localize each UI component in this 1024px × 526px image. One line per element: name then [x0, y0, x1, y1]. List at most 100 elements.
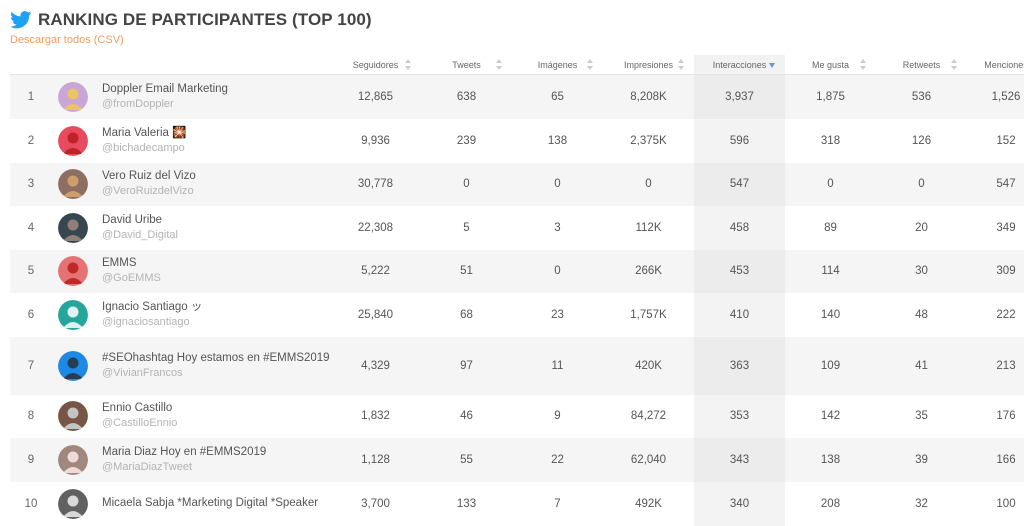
megusta-cell: 208 — [820, 497, 841, 510]
participant-name[interactable]: EMMS — [102, 256, 330, 271]
participant-name[interactable]: Doppler Email Marketing — [102, 82, 330, 97]
avatar-cell — [52, 162, 98, 206]
rank-cell: 2 — [27, 134, 35, 147]
header-impresiones[interactable]: Impresiones — [603, 55, 694, 75]
participant-name[interactable]: Vero Ruiz del Vizo — [102, 169, 330, 184]
participant-handle[interactable]: @GoEMMS — [102, 271, 330, 286]
rank-cell: 1 — [10, 74, 52, 119]
participant-handle[interactable]: @MariaDiazTweet — [102, 460, 330, 475]
avatar[interactable] — [58, 350, 88, 381]
header-label: Imágenes — [537, 59, 578, 70]
interacciones-cell: 458 — [694, 205, 785, 250]
avatar[interactable] — [58, 125, 88, 156]
header-tweets[interactable]: Tweets — [421, 55, 512, 75]
participant-name[interactable]: #SEOhashtag Hoy estamos en #EMMS2019 — [102, 351, 330, 366]
tweets-cell: 5 — [463, 221, 470, 234]
participant-handle[interactable]: @VeroRuizdelVizo — [102, 184, 330, 199]
tweets-cell: 55 — [421, 437, 512, 482]
avatar-cell — [52, 119, 98, 163]
page-header: RANKING DE PARTICIPANTES (TOP 100) Desca… — [10, 10, 1014, 46]
seguidores-cell: 30,778 — [330, 162, 421, 206]
participant-name[interactable]: Ignacio Santiago ッ — [102, 300, 330, 315]
participant-name[interactable]: Maria Diaz Hoy en #EMMS2019 — [102, 445, 330, 460]
imagenes-cell: 9 — [554, 410, 561, 422]
tweets-cell: 68 — [460, 308, 473, 321]
participant-cell: David Uribe @David_Digital — [98, 206, 330, 250]
avatar[interactable] — [58, 212, 88, 243]
avatar-cell — [52, 293, 98, 337]
retweets-cell: 536 — [876, 74, 967, 119]
menciones-cell: 100 — [996, 497, 1016, 510]
imagenes-cell: 138 — [547, 134, 568, 147]
menciones-cell: 547 — [967, 162, 1024, 206]
megusta-cell: 89 — [824, 221, 837, 234]
avatar-cell — [52, 249, 98, 293]
avatar[interactable] — [58, 444, 88, 475]
avatar[interactable] — [58, 401, 88, 431]
menciones-cell: 176 — [996, 410, 1016, 422]
megusta-cell: 140 — [820, 308, 841, 321]
participant-handle[interactable]: @David_Digital — [102, 228, 330, 243]
header-menciones[interactable]: Menciones — [967, 55, 1024, 75]
avatar-cell — [52, 336, 98, 395]
header-seguidores[interactable]: Seguidores — [330, 55, 421, 75]
participant-handle[interactable]: @CastilloEnnio — [102, 416, 330, 431]
interacciones-cell: 353 — [694, 394, 785, 438]
avatar[interactable] — [58, 256, 88, 286]
participant-handle[interactable]: @fromDoppler — [102, 97, 330, 112]
megusta-cell: 0 — [785, 162, 876, 206]
sort-desc-icon — [769, 63, 775, 68]
imagenes-cell: 0 — [512, 162, 603, 206]
avatar[interactable] — [58, 81, 88, 112]
seguidores-cell: 1,128 — [330, 437, 421, 482]
rank-cell: 4 — [27, 221, 35, 234]
menciones-cell: 166 — [967, 437, 1024, 482]
seguidores-cell: 12,865 — [330, 74, 421, 119]
table-row: 9 Maria Diaz Hoy en #EMMS2019 @MariaDiazTw… — [10, 437, 1024, 482]
seguidores-cell: 9,936 — [361, 134, 390, 147]
imagenes-cell: 23 — [551, 308, 564, 321]
megusta-cell: 318 — [820, 134, 841, 147]
rank-cell: 7 — [10, 336, 52, 395]
impresiones-cell: 1,757K — [630, 308, 667, 321]
participant-cell: Maria Diaz Hoy en #EMMS2019 @MariaDiazTwe… — [98, 437, 330, 482]
retweets-cell: 48 — [915, 308, 928, 321]
seguidores-cell: 1,832 — [361, 410, 390, 422]
header-rank — [10, 55, 52, 75]
header-interacciones[interactable]: Interacciones — [694, 55, 785, 75]
retweets-cell: 41 — [876, 336, 967, 395]
header-me-gusta[interactable]: Me gusta — [785, 55, 876, 75]
seguidores-cell: 5,222 — [330, 249, 421, 293]
retweets-cell: 0 — [876, 162, 967, 206]
retweets-cell: 20 — [915, 221, 928, 234]
table-row: 5 EMMS @GoEMMS 5,222 51 0 266K 453 114 30 309 — [10, 249, 1024, 293]
impresiones-cell: 266K — [603, 249, 694, 293]
interacciones-cell: 363 — [694, 336, 785, 395]
sort-icon — [860, 59, 866, 70]
menciones-cell: 1,526 — [967, 74, 1024, 119]
avatar[interactable] — [58, 488, 88, 519]
participant-name[interactable]: Micaela Sabja *Marketing Digital *Speake… — [102, 496, 330, 511]
download-csv-link[interactable]: Descargar todos (CSV) — [10, 34, 1014, 46]
avatar[interactable] — [58, 169, 88, 199]
header-imagenes[interactable]: Imágenes — [512, 55, 603, 75]
header-name — [98, 55, 330, 75]
participant-cell: Maria Valeria 🎇 @bichadecampo — [98, 119, 330, 163]
participant-name[interactable]: Maria Valeria 🎇 — [102, 126, 330, 141]
participant-handle[interactable]: @bichadecampo — [102, 141, 330, 156]
impresiones-cell: 2,375K — [630, 134, 667, 147]
participant-handle[interactable]: @VivianFrancos — [102, 366, 330, 381]
sort-icon — [496, 59, 502, 70]
avatar[interactable] — [58, 299, 88, 330]
participant-name[interactable]: David Uribe — [102, 213, 330, 228]
retweets-cell: 30 — [876, 249, 967, 293]
table-row: 3 Vero Ruiz del Vizo @VeroRuizdelVizo 30,77… — [10, 162, 1024, 206]
participant-name[interactable]: Ennio Castillo — [102, 401, 330, 416]
tweets-cell: 133 — [456, 497, 477, 510]
rank-cell: 9 — [10, 437, 52, 482]
retweets-cell: 126 — [911, 134, 932, 147]
participant-handle[interactable]: @ignaciosantiago — [102, 315, 330, 330]
table-row: 7 #SEOhashtag Hoy estamos en #EMMS2019 @Vi… — [10, 336, 1024, 395]
participant-cell: Micaela Sabja *Marketing Digital *Speake… — [98, 482, 330, 526]
header-retweets[interactable]: Retweets — [876, 55, 967, 75]
